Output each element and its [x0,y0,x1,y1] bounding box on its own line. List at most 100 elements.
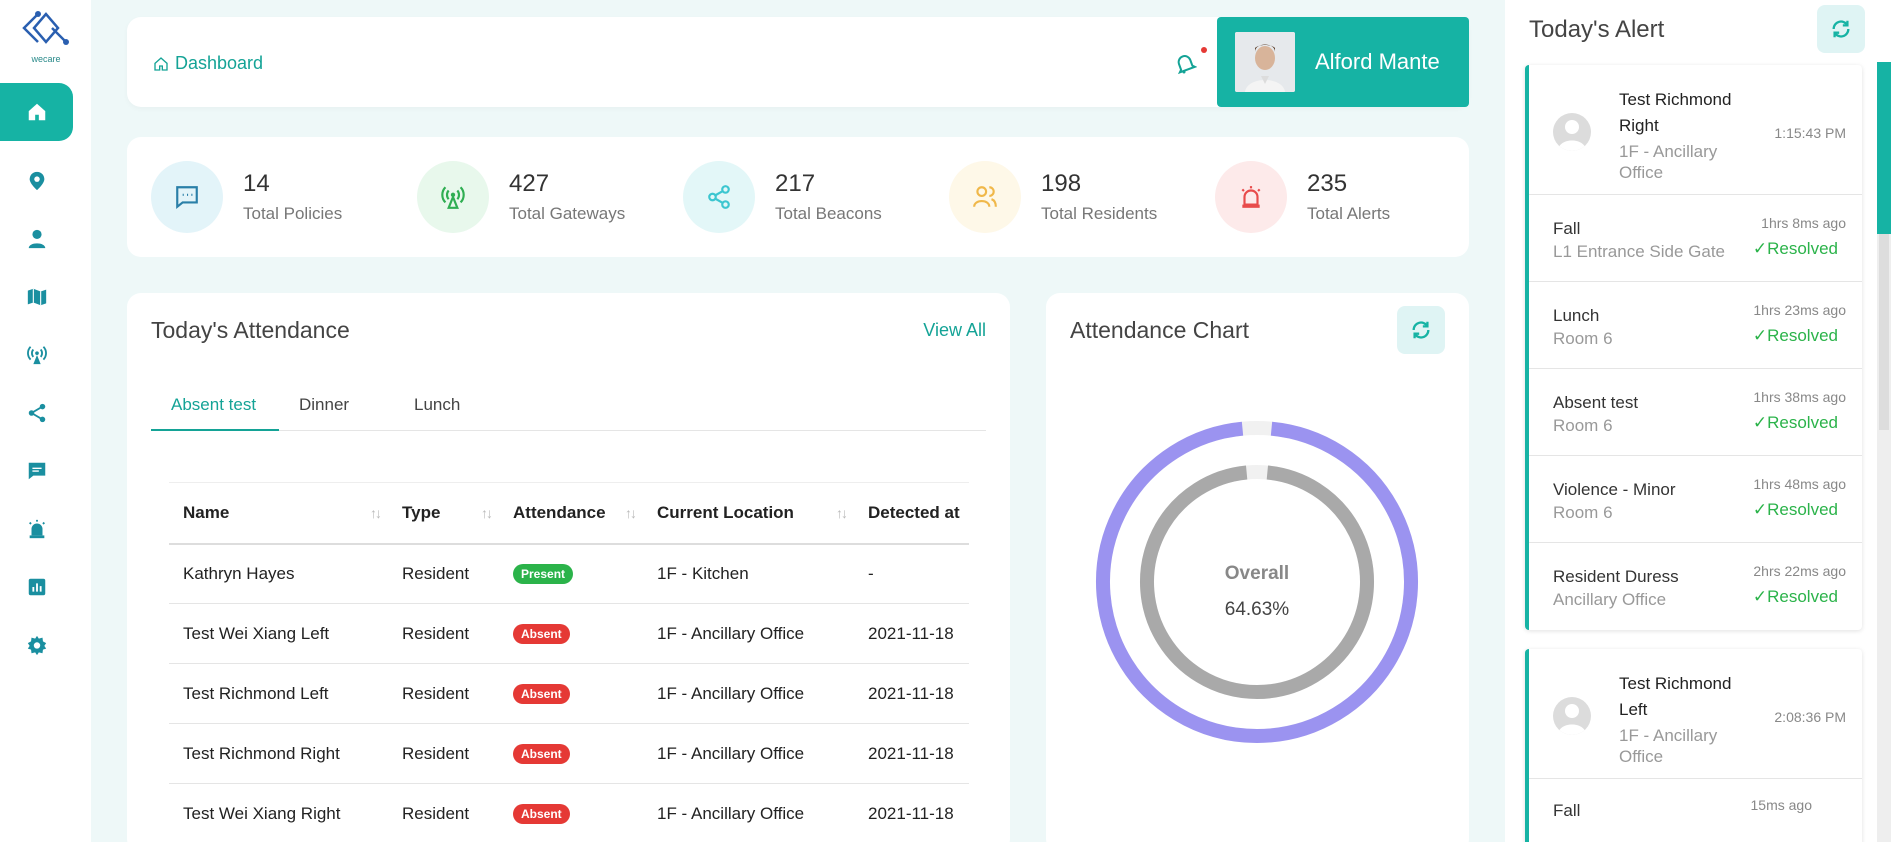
cell-location: 1F - Kitchen [643,543,854,604]
table-row[interactable]: Test Richmond Right Resident Absent 1F -… [169,723,969,784]
alert-item[interactable]: Resident Duress Ancillary Office 2hrs 22… [1529,543,1862,630]
alert-type: Lunch [1553,306,1600,325]
sidebar-item-locations[interactable] [0,152,73,210]
cell-name: Test Wei Xiang Left [169,603,388,664]
chart-refresh-button[interactable] [1397,306,1445,354]
gear-icon [27,635,46,656]
users-icon [973,186,997,208]
stat-label: Total Alerts [1307,204,1391,223]
alert-group[interactable]: Test Richmond Right 1F - Ancillary Offic… [1525,65,1862,630]
column-header-name[interactable]: Name ↑↓ [169,482,388,545]
attendance-donut-chart: Overall 64.63% [1096,421,1418,743]
sort-icon[interactable]: ↑↓ [836,505,848,521]
alert-ago: 2hrs 22ms ago [1753,563,1846,579]
view-all-link[interactable]: View All [923,320,986,341]
tab-dinner[interactable]: Dinner [299,395,349,431]
user-placeholder-icon [1558,704,1586,735]
stat-value: 14 [243,170,270,197]
alert-time: 2:08:36 PM [1774,709,1846,725]
scrollbar-thumb[interactable] [1877,62,1891,234]
location-pin-icon [29,171,44,191]
stat-total-gateways[interactable]: 427 Total Gateways [417,161,625,233]
user-icon [28,229,45,249]
alert-type: Fall [1553,219,1581,238]
attendance-tabs: Absent test Dinner Lunch [151,391,986,431]
sort-icon[interactable]: ↑↓ [481,505,493,521]
notification-bell-icon[interactable] [1173,51,1197,75]
alert-group-header: Test Richmond Left 1F - Ancillary Office… [1529,649,1862,779]
sidebar-item-alerts[interactable] [0,500,73,558]
cell-type: Resident [388,783,499,842]
stat-icon-bg [1215,161,1287,233]
stat-value: 235 [1307,170,1348,197]
alert-item[interactable]: Fall L1 Entrance Side Gate 1hrs 8ms ago … [1529,195,1862,282]
alert-item[interactable]: Fall 15ms ago [1529,779,1862,842]
stat-total-residents[interactable]: 198 Total Residents [949,161,1157,233]
alert-group[interactable]: Test Richmond Left 1F - Ancillary Office… [1525,649,1862,842]
cell-attendance: Present [499,543,643,604]
stat-total-beacons[interactable]: 217 Total Beacons [683,161,882,233]
alert-resident-name: Test Richmond Right [1619,90,1732,135]
column-header-location[interactable]: Current Location ↑↓ [643,482,854,545]
logo-mark-icon [22,11,69,45]
table-row[interactable]: Test Richmond Left Resident Absent 1F - … [169,663,969,724]
table-row[interactable]: Kathryn Hayes Resident Present 1F - Kitc… [169,543,969,604]
alert-type: Fall [1553,801,1581,820]
column-header-detected[interactable]: Detected at [854,482,969,545]
alert-ago: 1hrs 8ms ago [1761,215,1846,231]
alert-item[interactable]: Violence - Minor Room 6 1hrs 48ms ago ✓R… [1529,456,1862,543]
refresh-icon [1412,321,1430,339]
alerts-title: Today's Alert [1529,16,1665,43]
alert-type: Resident Duress [1553,567,1679,586]
status-badge: Absent [513,744,570,764]
stat-total-policies[interactable]: 14 Total Policies [151,161,342,233]
message-icon [176,186,198,210]
alert-item[interactable]: Absent test Room 6 1hrs 38ms ago ✓Resolv… [1529,369,1862,456]
sidebar-item-settings[interactable] [0,616,73,674]
top-header: Dashboard Alford Mante [127,17,1469,107]
stat-value: 427 [509,170,550,197]
alerts-scrollbar[interactable] [1877,62,1891,842]
sidebar-item-beacons[interactable] [0,384,73,442]
stat-total-alerts[interactable]: 235 Total Alerts [1215,161,1390,233]
stat-value: 198 [1041,170,1082,197]
status-badge: Absent [513,624,570,644]
status-badge: Absent [513,804,570,824]
table-row[interactable]: Test Wei Xiang Left Resident Absent 1F -… [169,603,969,664]
tab-absent-test[interactable]: Absent test [151,395,279,431]
sidebar-item-gateways[interactable] [0,326,73,384]
table-row[interactable]: Test Wei Xiang Right Resident Absent 1F … [169,783,969,842]
sort-icon[interactable]: ↑↓ [625,505,637,521]
check-icon: ✓ [1752,326,1768,345]
sort-icon[interactable]: ↑↓ [370,505,382,521]
stat-label: Total Gateways [509,204,626,223]
avatar [1553,697,1591,735]
wecare-logo[interactable]: wecare [18,8,74,66]
alert-group-header: Test Richmond Right 1F - Ancillary Offic… [1529,65,1862,195]
sidebar-item-policies[interactable] [0,442,73,500]
column-header-type[interactable]: Type ↑↓ [388,482,499,545]
stat-label: Total Residents [1041,204,1158,223]
tab-lunch[interactable]: Lunch [414,395,460,431]
avatar [1553,113,1591,151]
breadcrumb[interactable]: Dashboard [153,53,263,74]
sidebar-item-reports[interactable] [0,558,73,616]
column-header-attendance[interactable]: Attendance ↑↓ [499,482,643,545]
cell-name: Test Richmond Right [169,723,388,784]
alert-ago: 1hrs 38ms ago [1753,389,1846,405]
stat-label: Total Policies [243,204,343,223]
alert-status: ✓Resolved [1752,587,1838,606]
cell-attendance: Absent [499,723,643,784]
check-icon: ✓ [1752,239,1768,258]
sidebar-item-maps[interactable] [0,268,73,326]
status-badge: Absent [513,684,570,704]
user-profile-card[interactable]: Alford Mante [1217,17,1469,107]
message-icon [28,462,45,480]
sidebar-item-residents[interactable] [0,210,73,268]
alert-item[interactable]: Lunch Room 6 1hrs 23ms ago ✓Resolved [1529,282,1862,369]
alerts-refresh-button[interactable] [1817,5,1865,53]
attendance-card: Today's Attendance View All Absent test … [127,293,1010,842]
cell-location: 1F - Ancillary Office [643,783,854,842]
alarm-icon [28,519,45,539]
sidebar-item-home[interactable] [0,83,73,141]
